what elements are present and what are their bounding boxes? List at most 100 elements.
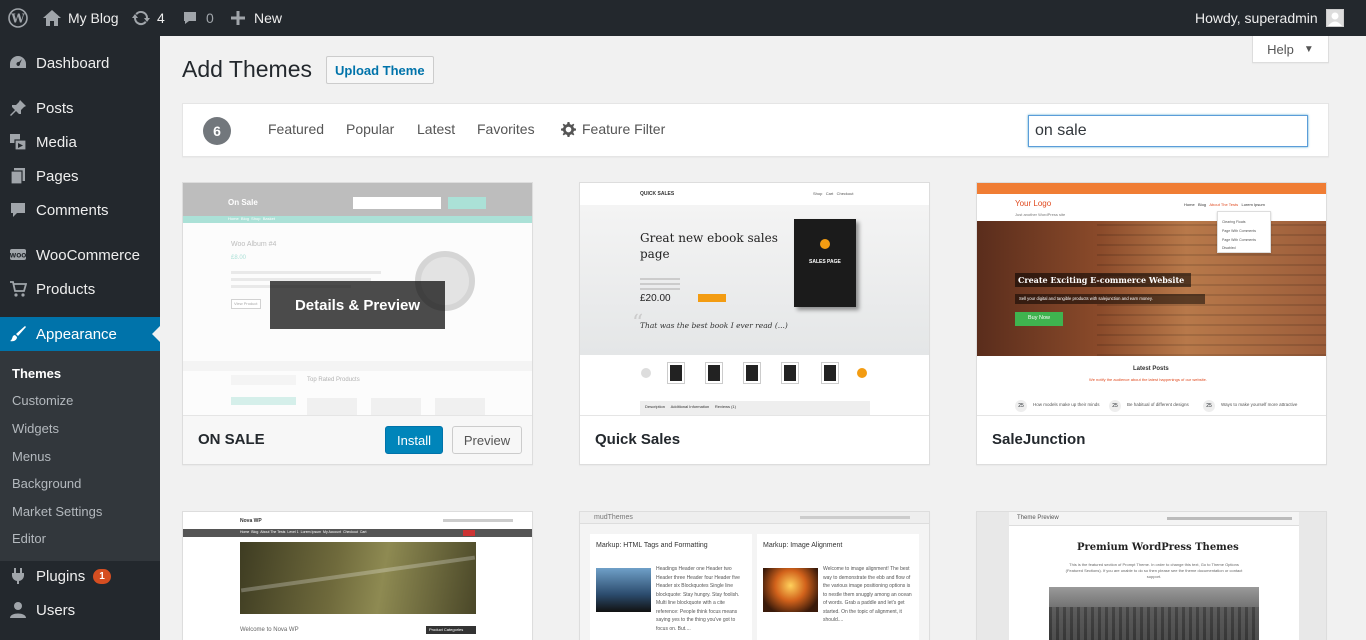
appearance-submenu: Themes Customize Widgets Menus Backgroun… <box>0 351 160 561</box>
menu-label: Dashboard <box>36 54 110 72</box>
site-name: My Blog <box>68 10 119 26</box>
shot-headline-line2: page <box>640 247 670 261</box>
theme-name: SaleJunction <box>992 431 1086 448</box>
submenu-editor[interactable]: Editor <box>12 531 46 546</box>
theme-screenshot[interactable]: Nova WP Home Blog About The Tests Level … <box>183 512 532 640</box>
feature-filter-toggle[interactable]: Feature Filter <box>561 121 665 137</box>
shot-latest-sub: We notify the audience about the latest … <box>1089 377 1208 382</box>
theme-card-nova-wp[interactable]: Nova WP Home Blog About The Tests Level … <box>182 511 533 640</box>
menu-users[interactable]: Users <box>0 593 160 627</box>
menu-media[interactable]: Media <box>0 125 160 159</box>
menu-dashboard[interactable]: Dashboard <box>0 46 160 80</box>
submenu-themes[interactable]: Themes <box>12 366 61 381</box>
plug-icon <box>0 567 36 585</box>
my-account-link[interactable]: Howdy, superadmin <box>1195 0 1344 36</box>
shot-logo: mudThemes <box>594 514 633 521</box>
caret-down-icon: ▼ <box>1303 43 1314 55</box>
theme-card-mudthemes[interactable]: mudThemes Markup: HTML Tags and Formatti… <box>579 511 930 640</box>
menu-posts[interactable]: Posts <box>0 91 160 125</box>
shot-latest-posts: Latest Posts <box>1133 366 1169 372</box>
submenu-customize[interactable]: Customize <box>12 393 73 408</box>
submenu-widgets[interactable]: Widgets <box>12 421 59 436</box>
tab-favorites[interactable]: Favorites <box>477 121 535 137</box>
woo-icon: WOO <box>0 246 36 264</box>
shot-tabs: Description Additional Information Revie… <box>645 404 736 409</box>
shot-post2-text: Welcome to image alignment! The best way… <box>823 566 912 623</box>
theme-screenshot[interactable]: mudThemes Markup: HTML Tags and Formatti… <box>580 512 929 640</box>
comment-bubble-icon <box>184 12 196 24</box>
submenu-background[interactable]: Background <box>12 476 81 491</box>
svg-text:WOO: WOO <box>10 253 27 260</box>
upload-theme-button[interactable]: Upload Theme <box>326 56 434 84</box>
menu-label: Appearance <box>36 325 117 343</box>
avatar <box>1325 9 1344 27</box>
shot-logo: QUICK SALES <box>640 191 675 197</box>
menu-pages[interactable]: Pages <box>0 159 160 193</box>
menu-label: Posts <box>36 99 74 117</box>
menu-label: WooCommerce <box>36 246 140 264</box>
gear-icon <box>561 121 576 137</box>
theme-card-footer: ON SALE Install Preview <box>183 415 532 464</box>
shot-post2-title: Markup: Image Alignment <box>763 542 843 549</box>
shot-buy-now: Buy Now <box>1028 315 1051 321</box>
shot-post1-title: Markup: HTML Tags and Formatting <box>596 542 708 549</box>
help-tab-button[interactable]: Help ▼ <box>1252 36 1329 63</box>
theme-search-input[interactable] <box>1028 115 1308 147</box>
install-button[interactable]: Install <box>385 426 443 454</box>
admin-bar: W My Blog 4 0 New Howdy, superadmin <box>0 0 1366 36</box>
shot-logo: Theme Preview <box>1017 515 1059 521</box>
menu-woocommerce[interactable]: WOO WooCommerce <box>0 238 160 272</box>
menu-products[interactable]: Products <box>0 272 160 306</box>
comment-icon <box>0 201 36 219</box>
theme-card-salejunction[interactable]: Your Logo Just another WordPress site Ho… <box>976 182 1327 465</box>
preview-button[interactable]: Preview <box>452 426 522 454</box>
theme-name: ON SALE <box>198 431 265 448</box>
submenu-menus[interactable]: Menus <box>12 449 51 464</box>
menu-label: Comments <box>36 201 109 219</box>
shot-nav: Shop Cart Checkout <box>813 191 854 196</box>
theme-card-footer: SaleJunction <box>977 415 1326 464</box>
comments-count: 0 <box>206 10 214 26</box>
help-label: Help <box>1267 41 1294 57</box>
details-preview-overlay[interactable]: Details & Preview <box>270 281 445 329</box>
user-icon <box>0 601 36 619</box>
tab-featured[interactable]: Featured <box>268 121 324 137</box>
shot-hero-title: Create Exciting E-commerce Website <box>1018 275 1185 285</box>
dashboard-icon <box>0 54 36 72</box>
shot-sub: This is the featured section of Prompt T… <box>1065 562 1243 579</box>
menu-label: Pages <box>36 167 79 185</box>
shot-quote: That was the best book I ever read (...) <box>640 321 788 330</box>
shot-logo: Your Logo <box>1015 199 1052 208</box>
new-content-link[interactable]: New <box>231 0 282 36</box>
theme-card-quick-sales[interactable]: QUICK SALES Shop Cart Checkout Great new… <box>579 182 930 465</box>
theme-filter-bar: 6 Featured Popular Latest Favorites Feat… <box>182 103 1329 157</box>
feature-filter-label: Feature Filter <box>582 121 666 137</box>
site-name-link[interactable]: My Blog <box>42 0 119 36</box>
theme-screenshot[interactable]: On Sale Home Blog Shop Basket Woo Album … <box>183 183 532 415</box>
theme-screenshot[interactable]: Your Logo Just another WordPress site Ho… <box>977 183 1326 415</box>
menu-comments[interactable]: Comments <box>0 193 160 227</box>
shot-post1-text: Headings Header one Header two Header th… <box>656 566 740 632</box>
tab-popular[interactable]: Popular <box>346 121 394 137</box>
theme-screenshot[interactable]: QUICK SALES Shop Cart Checkout Great new… <box>580 183 929 415</box>
tab-latest[interactable]: Latest <box>417 121 455 137</box>
howdy-text: Howdy, superadmin <box>1195 10 1318 26</box>
shot-nav: Home Blog About The Tests Lorem Ipsum <box>1184 202 1265 207</box>
shot-welcome: Welcome to Nova WP <box>240 627 299 633</box>
theme-card-on-sale[interactable]: On Sale Home Blog Shop Basket Woo Album … <box>182 182 533 465</box>
page-title: Add Themes <box>182 56 312 82</box>
wordpress-logo-icon[interactable]: W <box>8 0 28 36</box>
pin-icon <box>0 99 36 117</box>
submenu-market-settings[interactable]: Market Settings <box>12 504 102 519</box>
admin-sidebar: Dashboard Posts Media Pages Comments WOO… <box>0 36 160 640</box>
menu-plugins[interactable]: Plugins 1 <box>0 559 160 593</box>
home-icon <box>43 10 61 26</box>
updates-link[interactable]: 4 <box>131 0 165 36</box>
menu-appearance[interactable]: Appearance <box>0 317 160 351</box>
page-scrollbar[interactable] <box>1360 36 1366 640</box>
refresh-icon <box>132 10 150 26</box>
theme-card-prompt[interactable]: Theme Preview Premium WordPress Themes T… <box>976 511 1327 640</box>
shot-nav: Home Blog About The Tests Level 1 Lorem … <box>240 530 367 534</box>
comments-link[interactable]: 0 <box>182 0 214 36</box>
theme-screenshot[interactable]: Theme Preview Premium WordPress Themes T… <box>977 512 1326 640</box>
